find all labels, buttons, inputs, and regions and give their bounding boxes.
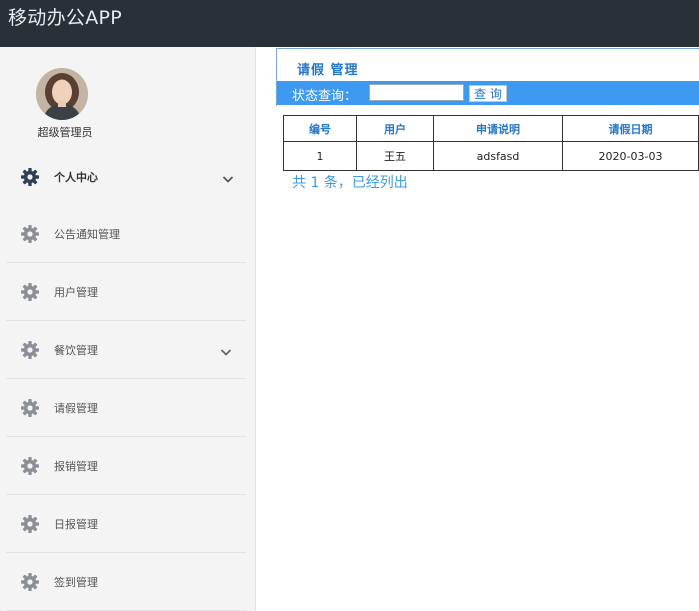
cell-description: adsfasd (433, 141, 563, 171)
leave-table: 编号 用户 申请说明 请假日期 1 王五 adsfasd 2020-03-03 (283, 115, 699, 171)
sidebar-item-label: 公告通知管理 (54, 228, 120, 241)
page-title: 请假 管理 (297, 63, 359, 78)
sidebar-item-label: 个人中心 (54, 171, 98, 184)
sidebar: 超级管理员 个人中心 公告通知管理 用户管理 餐饮管理 请假管理 报销管理 日报… (0, 47, 256, 611)
gear-icon (20, 167, 40, 187)
gear-icon (20, 282, 40, 302)
avatar[interactable] (36, 68, 88, 120)
status-query-input[interactable] (369, 84, 464, 101)
sidebar-item-announcements[interactable]: 公告通知管理 (6, 205, 246, 263)
sidebar-item-leave[interactable]: 请假管理 (6, 379, 246, 437)
sidebar-item-daily-report[interactable]: 日报管理 (6, 495, 246, 553)
sidebar-menu: 个人中心 公告通知管理 用户管理 餐饮管理 请假管理 报销管理 日报管理 签到管… (0, 150, 256, 611)
user-name: 超级管理员 (37, 126, 93, 139)
search-bar: 状态查询： 查 询 (277, 81, 699, 105)
table-header-row: 编号 用户 申请说明 请假日期 (283, 115, 699, 142)
gear-icon (20, 572, 40, 592)
gear-icon (20, 224, 40, 244)
column-header-id: 编号 (283, 115, 357, 142)
gear-icon (20, 456, 40, 476)
sidebar-item-label: 签到管理 (54, 576, 98, 589)
gear-icon (20, 398, 40, 418)
table-row[interactable]: 1 王五 adsfasd 2020-03-03 (283, 141, 699, 171)
gear-icon (20, 514, 40, 534)
chevron-down-icon[interactable] (222, 170, 234, 183)
top-bar: 移动办公APP (0, 0, 699, 47)
sidebar-item-reimbursement[interactable]: 报销管理 (6, 437, 246, 495)
app-title: 移动办公APP (8, 7, 123, 29)
sidebar-item-label: 日报管理 (54, 518, 98, 531)
sidebar-item-label: 餐饮管理 (54, 344, 98, 357)
gear-icon (20, 340, 40, 360)
sidebar-item-dining[interactable]: 餐饮管理 (6, 321, 246, 379)
sidebar-item-label: 报销管理 (54, 460, 98, 473)
chevron-down-icon[interactable] (220, 343, 232, 356)
cell-leave-date: 2020-03-03 (562, 141, 699, 171)
query-button[interactable]: 查 询 (469, 85, 507, 102)
sidebar-item-checkin[interactable]: 签到管理 (6, 553, 246, 611)
record-count-summary: 共 1 条，已经列出 (292, 175, 408, 191)
column-header-leave-date: 请假日期 (562, 115, 699, 142)
column-header-user: 用户 (356, 115, 434, 142)
cell-user: 王五 (356, 141, 434, 171)
status-query-label: 状态查询： (292, 89, 358, 104)
avatar-image (36, 68, 88, 120)
leave-management-panel: 请假 管理 状态查询： 查 询 (276, 48, 699, 106)
column-header-description: 申请说明 (433, 115, 563, 142)
sidebar-item-users[interactable]: 用户管理 (6, 263, 246, 321)
cell-id: 1 (283, 141, 357, 171)
sidebar-item-label: 请假管理 (54, 402, 98, 415)
sidebar-item-personal-center[interactable]: 个人中心 (0, 150, 256, 205)
sidebar-item-label: 用户管理 (54, 286, 98, 299)
